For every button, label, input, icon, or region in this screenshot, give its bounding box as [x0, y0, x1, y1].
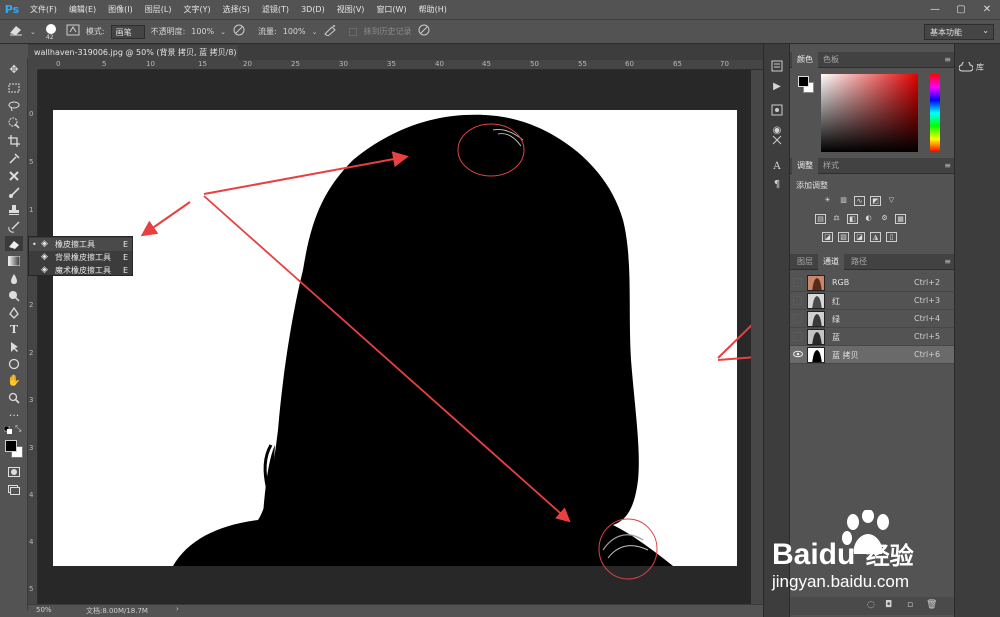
channel-thumbnail	[807, 347, 825, 363]
visibility-toggle[interactable]	[793, 332, 802, 341]
flyout-shortcut: E	[123, 253, 129, 262]
flyout-shortcut: E	[123, 240, 129, 249]
channel-thumbnail	[807, 311, 825, 327]
black-white-icon[interactable]: ◧	[847, 214, 858, 224]
libraries-label: 库	[976, 62, 984, 72]
layers-panel-tabs: 图层 通道 路径 ≡	[790, 254, 955, 270]
channel-shortcut: Ctrl+4	[914, 314, 941, 323]
channel-name: 绿	[832, 315, 840, 324]
cloud-icon	[959, 62, 973, 72]
tab-paths[interactable]: 路径	[846, 254, 872, 270]
tab-color[interactable]: 颜色	[792, 52, 818, 68]
posterize-icon[interactable]: ▨	[838, 232, 849, 242]
panel-menu-icon[interactable]: ≡	[944, 52, 951, 68]
hue-slider[interactable]	[930, 74, 940, 152]
visibility-toggle[interactable]	[793, 278, 802, 287]
flyout-label: 橡皮擦工具	[55, 240, 95, 249]
channel-row-blue[interactable]: 蓝 Ctrl+5	[790, 328, 955, 346]
channel-name: 红	[832, 297, 840, 306]
tab-layers[interactable]: 图层	[792, 254, 818, 270]
gradient-map-icon[interactable]: ▯	[886, 232, 897, 242]
channel-name: RGB	[832, 278, 850, 287]
tab-swatches[interactable]: 色板	[818, 52, 844, 68]
color-picker-field[interactable]	[821, 74, 918, 152]
vibrance-icon[interactable]: ▽	[886, 196, 897, 206]
foreground-color-swatch[interactable]	[5, 440, 17, 452]
channel-shortcut: Ctrl+6	[914, 350, 941, 359]
adjustments-title: 添加调整	[796, 181, 828, 190]
color-lookup-icon[interactable]: ▦	[895, 214, 906, 224]
tab-channels[interactable]: 通道	[818, 254, 844, 270]
watermark-brand: Baidu 经验	[772, 538, 914, 571]
tab-adjustments[interactable]: 调整	[792, 158, 818, 174]
color-balance-icon[interactable]: ⚖	[831, 214, 842, 224]
new-channel-icon[interactable]: ▫	[907, 600, 913, 610]
flyout-shortcut: E	[123, 266, 129, 275]
curves-icon[interactable]: ∿	[854, 196, 865, 206]
flyout-label: 背景橡皮擦工具	[55, 253, 111, 262]
properties-panel-icon[interactable]	[768, 102, 786, 118]
clone-source-icon[interactable]	[768, 132, 786, 148]
channel-row-blue-copy[interactable]: 蓝 拷贝 Ctrl+6	[790, 346, 955, 364]
background-eraser-icon: ◈	[41, 252, 48, 262]
channel-thumbnail	[807, 275, 825, 291]
paragraph-panel-icon[interactable]: ¶	[768, 176, 786, 192]
status-bar: 50% 文档:8.00M/18.7M ›	[28, 604, 763, 617]
eraser-tools-flyout: • ◈ 橡皮擦工具 E ◈ 背景橡皮擦工具 E ◈ 魔术橡皮擦工具 E	[28, 236, 133, 276]
channel-name: 蓝 拷贝	[832, 351, 859, 360]
color-panel-tabs: 颜色 色板 ≡	[790, 52, 955, 68]
flyout-label: 魔术橡皮擦工具	[55, 266, 111, 275]
eraser-icon: ◈	[41, 239, 48, 249]
channel-row-red[interactable]: 红 Ctrl+3	[790, 292, 955, 310]
photo-filter-icon[interactable]: ◐	[863, 214, 874, 224]
channel-name: 蓝	[832, 333, 840, 342]
load-selection-icon[interactable]: ◌	[867, 600, 875, 610]
visibility-toggle[interactable]	[793, 296, 802, 305]
channel-shortcut: Ctrl+5	[914, 332, 941, 341]
panel-menu-icon[interactable]: ≡	[944, 158, 951, 174]
panel-menu-icon[interactable]: ≡	[944, 254, 951, 270]
visibility-toggle[interactable]	[793, 314, 802, 323]
play-actions-icon[interactable]: ▶	[768, 78, 786, 94]
adjustments-panel-tabs: 调整 样式 ≡	[790, 158, 955, 174]
active-bullet-icon: •	[32, 240, 37, 249]
channel-shortcut: Ctrl+3	[914, 296, 941, 305]
channel-thumbnail	[807, 329, 825, 345]
eye-icon[interactable]	[793, 350, 803, 359]
hue-saturation-icon[interactable]: ▤	[815, 214, 826, 224]
save-selection-icon[interactable]: ◘	[885, 600, 892, 610]
tab-styles[interactable]: 样式	[818, 158, 844, 174]
libraries-button[interactable]: 库	[959, 60, 997, 74]
selective-color-icon[interactable]: ◮	[870, 232, 881, 242]
brightness-icon[interactable]: ☀	[822, 196, 833, 206]
channel-shortcut: Ctrl+2	[914, 278, 941, 287]
baidu-watermark: Baidu 经验 jingyan.baidu.com	[762, 510, 1000, 600]
invert-icon[interactable]: ◪	[822, 232, 833, 242]
channel-mixer-icon[interactable]: ⚙	[879, 214, 890, 224]
magic-eraser-icon: ◈	[41, 265, 48, 275]
channel-thumbnail	[807, 293, 825, 309]
exposure-icon[interactable]: ◩	[870, 196, 881, 206]
levels-icon[interactable]: ▥	[838, 196, 849, 206]
zoom-level[interactable]: 50%	[36, 606, 52, 614]
threshold-icon[interactable]: ◪	[854, 232, 865, 242]
fg-color-chip[interactable]	[798, 76, 809, 87]
flyout-item-magic-eraser[interactable]: ◈ 魔术橡皮擦工具 E	[29, 264, 132, 277]
channel-row-rgb[interactable]: RGB Ctrl+2	[790, 274, 955, 292]
channel-row-green[interactable]: 绿 Ctrl+4	[790, 310, 955, 328]
watermark-url: jingyan.baidu.com	[772, 572, 910, 591]
history-panel-icon[interactable]	[768, 58, 786, 74]
document-info: 文档:8.00M/18.7M	[86, 607, 148, 615]
status-menu-icon[interactable]: ›	[176, 605, 179, 613]
flyout-item-background-eraser[interactable]: ◈ 背景橡皮擦工具 E	[29, 251, 132, 264]
character-panel-icon[interactable]: A	[768, 158, 786, 174]
trash-icon[interactable]: 🗑	[926, 600, 937, 610]
flyout-item-eraser[interactable]: • ◈ 橡皮擦工具 E	[29, 238, 132, 251]
